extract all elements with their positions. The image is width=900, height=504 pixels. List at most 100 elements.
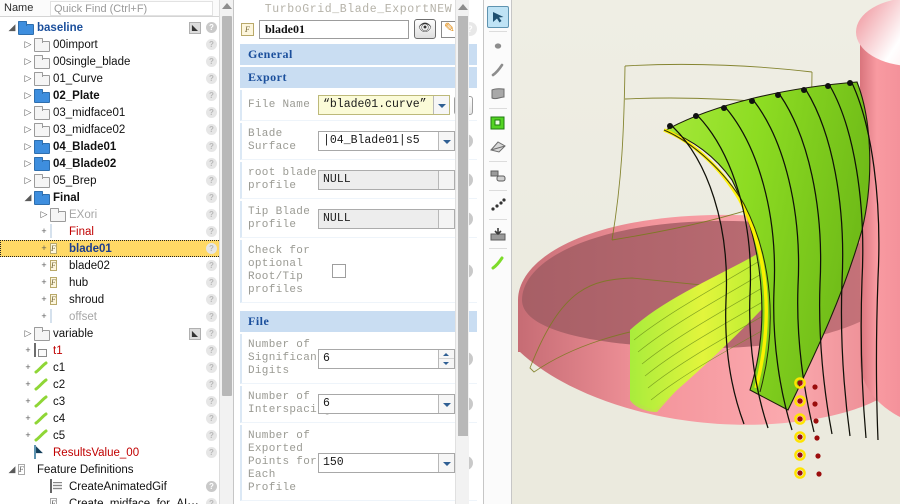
- help-icon[interactable]: ?: [206, 379, 217, 390]
- tree-item-04-blade01[interactable]: ▷04_Blade01?: [0, 138, 233, 155]
- tree-item-blade02[interactable]: +Fblade02?: [0, 257, 233, 274]
- chevron-down-icon[interactable]: [438, 132, 454, 150]
- exported-points-field[interactable]: 150: [318, 453, 455, 473]
- tree-expander-icon[interactable]: ▷: [22, 121, 34, 138]
- tree-expander-icon[interactable]: ▷: [22, 36, 34, 53]
- tree-expander-icon[interactable]: +: [22, 376, 34, 393]
- object-name-input[interactable]: blade01: [259, 20, 409, 39]
- tree-expander-icon[interactable]: ▷: [22, 87, 34, 104]
- tree-item-exori[interactable]: ▷EXori?: [0, 206, 233, 223]
- help-icon[interactable]: ?: [206, 294, 217, 305]
- help-icon[interactable]: ?: [206, 430, 217, 441]
- surface-icon[interactable]: [487, 83, 509, 105]
- tree-expander-icon[interactable]: ▷: [22, 325, 34, 342]
- tree-item-03-midface01[interactable]: ▷03_midface01?: [0, 104, 233, 121]
- significant-digits-field[interactable]: 6: [318, 349, 455, 369]
- tree-expander-icon[interactable]: ◢: [6, 461, 18, 478]
- tree-body[interactable]: ◢baseline◣?▷00import?▷00single_blade?▷01…: [0, 17, 233, 504]
- root-blade-profile-value[interactable]: NULL: [319, 171, 438, 189]
- help-icon[interactable]: ?: [206, 107, 217, 118]
- blade-surface-value[interactable]: |04_Blade01|s5: [319, 132, 438, 150]
- help-icon[interactable]: ?: [206, 141, 217, 152]
- help-icon[interactable]: ?: [206, 226, 217, 237]
- help-icon[interactable]: ?: [206, 362, 217, 373]
- tree-expander-icon[interactable]: ▷: [22, 155, 34, 172]
- interspacing-field[interactable]: 6: [318, 394, 455, 414]
- tree-expander-icon[interactable]: ◢: [22, 189, 34, 206]
- chevron-down-icon[interactable]: [433, 96, 449, 114]
- tree-expander-icon[interactable]: ▷: [22, 104, 34, 121]
- tree-item-00single-blade[interactable]: ▷00single_blade?: [0, 53, 233, 70]
- file-name-value[interactable]: “blade01.curve”: [319, 96, 433, 114]
- tree-expander-icon[interactable]: +: [38, 274, 50, 291]
- tree-item-createanimatedgif[interactable]: CreateAnimatedGif?: [0, 478, 233, 495]
- tree-expander-icon[interactable]: ◢: [6, 19, 18, 36]
- tree-item-c3[interactable]: +c3?: [0, 393, 233, 410]
- solid-cuboid-icon[interactable]: [487, 112, 509, 134]
- curve-icon[interactable]: [487, 59, 509, 81]
- green-curve-icon[interactable]: [487, 252, 509, 274]
- tree-item-03-midface02[interactable]: ▷03_midface02?: [0, 121, 233, 138]
- significant-digits-value[interactable]: 6: [319, 350, 438, 368]
- point-icon[interactable]: [487, 35, 509, 57]
- tree-item-shroud[interactable]: +Fshroud?: [0, 291, 233, 308]
- tree-item-c1[interactable]: +c1?: [0, 359, 233, 376]
- blade-surface-field[interactable]: |04_Blade01|s5: [318, 131, 455, 151]
- section-header-general[interactable]: General ···: [240, 44, 477, 65]
- tree-expander-icon[interactable]: ▷: [22, 53, 34, 70]
- interspacing-value[interactable]: 6: [319, 395, 438, 413]
- tree-expander-icon[interactable]: ▷: [22, 70, 34, 87]
- help-icon[interactable]: ?: [206, 209, 217, 220]
- transform-icon[interactable]: [487, 165, 509, 187]
- file-name-field[interactable]: “blade01.curve”: [318, 95, 450, 115]
- section-header-export[interactable]: Export: [240, 67, 477, 88]
- tree-expander-icon[interactable]: ▷: [22, 138, 34, 155]
- help-icon[interactable]: ?: [206, 243, 217, 254]
- 3d-viewport[interactable]: [512, 0, 900, 504]
- tree-item-baseline[interactable]: ◢baseline◣?: [0, 19, 233, 36]
- tree-item-01-curve[interactable]: ▷01_Curve?: [0, 70, 233, 87]
- quick-find-input[interactable]: Quick Find (Ctrl+F): [50, 1, 213, 16]
- tree-expander-icon[interactable]: ▷: [38, 206, 50, 223]
- help-icon[interactable]: ?: [206, 175, 217, 186]
- tree-vertical-scrollbar[interactable]: [219, 0, 233, 504]
- tree-expander-icon[interactable]: +: [22, 359, 34, 376]
- help-icon[interactable]: ?: [206, 39, 217, 50]
- help-icon[interactable]: ?: [206, 396, 217, 407]
- tree-expander-icon[interactable]: +: [38, 240, 50, 257]
- mesh-icon[interactable]: [487, 136, 509, 158]
- tip-blade-profile-value[interactable]: NULL: [319, 210, 438, 228]
- help-icon[interactable]: ?: [206, 90, 217, 101]
- tree-expander-icon[interactable]: ▷: [22, 172, 34, 189]
- tree-item-blade01[interactable]: +Fblade01?: [0, 240, 233, 257]
- exported-points-value[interactable]: 150: [319, 454, 438, 472]
- help-icon[interactable]: ?: [206, 260, 217, 271]
- tree-item-resultsvalue-00[interactable]: ResultsValue_00?: [0, 444, 233, 461]
- tree-expander-icon[interactable]: +: [38, 291, 50, 308]
- scroll-up-arrow-icon[interactable]: [458, 4, 468, 10]
- chevron-down-icon[interactable]: [438, 395, 454, 413]
- tree-expander-icon[interactable]: +: [22, 410, 34, 427]
- help-icon[interactable]: ?: [206, 311, 217, 322]
- help-icon[interactable]: ?: [206, 447, 217, 458]
- help-icon[interactable]: ?: [206, 345, 217, 356]
- help-icon[interactable]: ?: [206, 498, 217, 504]
- tree-item-final[interactable]: +Final?: [0, 223, 233, 240]
- tree-expander-icon[interactable]: +: [22, 393, 34, 410]
- root-blade-profile-field[interactable]: NULL: [318, 170, 455, 190]
- help-icon[interactable]: ?: [206, 413, 217, 424]
- tree-item-create-midface-for-ai[interactable]: FCreate_midface_for_AI···?: [0, 495, 233, 504]
- help-icon[interactable]: ?: [206, 481, 217, 492]
- help-icon[interactable]: ?: [206, 56, 217, 67]
- tree-item-action-button[interactable]: ◣: [189, 22, 201, 34]
- help-icon[interactable]: ?: [206, 192, 217, 203]
- stepper-icon[interactable]: [438, 350, 454, 368]
- eye-icon[interactable]: [414, 19, 436, 39]
- tree-item-hub[interactable]: +Fhub?: [0, 274, 233, 291]
- help-icon[interactable]: ?: [206, 277, 217, 288]
- tree-item-variable[interactable]: ▷variable◣?: [0, 325, 233, 342]
- properties-vertical-scrollbar[interactable]: [455, 0, 469, 504]
- tree-item-00import[interactable]: ▷00import?: [0, 36, 233, 53]
- scroll-up-arrow-icon[interactable]: [222, 3, 232, 9]
- tree-item-final[interactable]: ◢Final?: [0, 189, 233, 206]
